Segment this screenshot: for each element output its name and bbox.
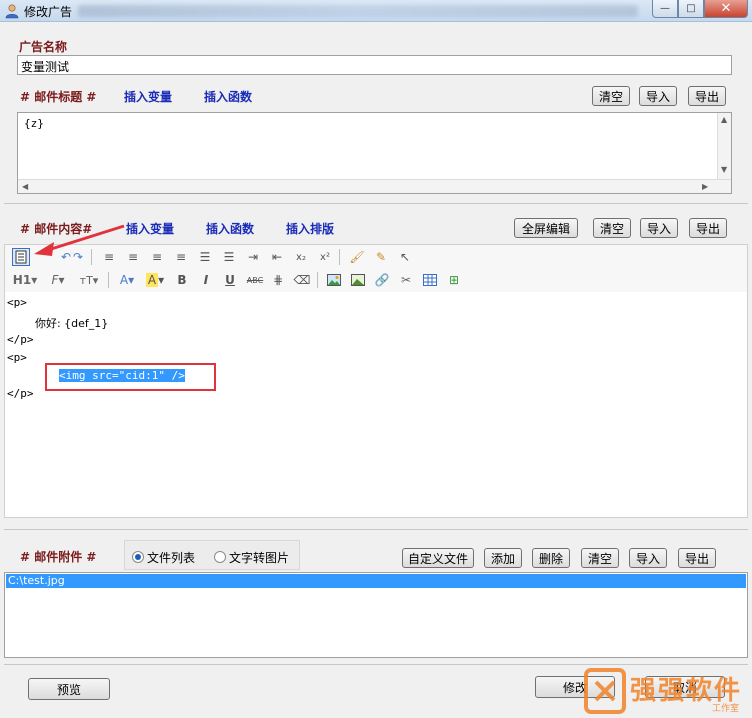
mail-subject-value: {z} <box>24 117 44 130</box>
content-insert-variable-link[interactable]: 插入变量 <box>126 220 174 237</box>
attachment-list[interactable]: C:\test.jpg <box>4 572 748 658</box>
radio-file-list[interactable] <box>132 551 144 563</box>
content-clear-button[interactable]: 清空 <box>593 218 631 238</box>
highlight-label: A <box>145 273 159 287</box>
maximize-button[interactable]: □ <box>678 0 704 18</box>
app-user-icon <box>5 4 19 19</box>
insert-picture-icon[interactable] <box>349 271 367 289</box>
mail-subject-textarea[interactable]: {z} ▲ ▼ ◀ ▶ <box>17 112 732 194</box>
toolbar-separator <box>317 272 318 288</box>
subject-clear-button[interactable]: 清空 <box>592 86 630 106</box>
attachment-export-button[interactable]: 导出 <box>678 548 716 568</box>
scroll-up-icon[interactable]: ▲ <box>721 115 727 124</box>
attachments-label: # 邮件附件 # <box>20 550 97 564</box>
toolbar-separator <box>339 249 340 265</box>
subject-import-button[interactable]: 导入 <box>639 86 677 106</box>
window-controls: — □ ✕ <box>652 0 748 20</box>
scroll-right-icon[interactable]: ▶ <box>702 182 708 191</box>
toolbar-separator <box>108 272 109 288</box>
horizontal-rule-icon[interactable]: ⋕ <box>269 271 287 289</box>
italic-button[interactable]: I <box>197 271 215 289</box>
scroll-down-icon[interactable]: ▼ <box>721 165 727 174</box>
minimize-icon: — <box>660 3 670 14</box>
watermark-subtext: 工作室 <box>712 704 740 714</box>
subject-insert-variable-link[interactable]: 插入变量 <box>124 88 172 105</box>
subject-insert-function-link[interactable]: 插入函数 <box>204 88 252 105</box>
code-line: </p> <box>7 387 34 400</box>
radio-file-list-label: 文件列表 <box>147 551 196 565</box>
indent-icon[interactable]: ⇥ <box>244 248 262 266</box>
close-icon: ✕ <box>720 1 732 16</box>
radio-text-to-image[interactable] <box>214 551 226 563</box>
font-color-label: A <box>119 273 129 287</box>
mail-content-editor[interactable]: <p> 你好: {def_1} </p> <p> <img src="cid:1… <box>4 292 748 518</box>
code-line: </p> <box>7 333 34 346</box>
subscript-icon[interactable]: x₂ <box>292 248 310 266</box>
mail-subject-label: # 邮件标题 # <box>20 90 97 104</box>
underline-button[interactable]: U <box>221 271 239 289</box>
ordered-list-icon[interactable]: ☰ <box>196 248 214 266</box>
section-divider <box>4 529 748 530</box>
subject-horizontal-scrollbar[interactable]: ◀ ▶ <box>18 179 731 193</box>
ad-name-value: 变量测试 <box>21 60 70 74</box>
format-painter-icon[interactable]: ✎ <box>372 248 390 266</box>
fullscreen-edit-button[interactable]: 全屏编辑 <box>514 218 578 238</box>
code-line: <p> <box>7 351 27 364</box>
link-icon[interactable]: 🔗 <box>373 271 391 289</box>
insert-table-icon[interactable] <box>421 271 439 289</box>
insert-image-icon[interactable] <box>325 271 343 289</box>
footer-divider <box>4 664 748 665</box>
code-line: 你好: {def_1} <box>7 317 109 330</box>
select-pointer-icon[interactable]: ↖ <box>396 248 414 266</box>
unlink-icon[interactable]: ✂ <box>397 271 415 289</box>
attachment-clear-button[interactable]: 清空 <box>581 548 619 568</box>
title-bar: 修改广告 — □ ✕ <box>0 0 752 22</box>
align-justify-icon[interactable]: ≡ <box>172 248 190 266</box>
strikethrough-button[interactable]: ABC <box>246 271 264 289</box>
content-import-button[interactable]: 导入 <box>640 218 678 238</box>
ad-name-label: 广告名称 <box>19 40 68 54</box>
font-color-dropdown[interactable]: A ▾ <box>116 271 138 289</box>
attachment-import-button[interactable]: 导入 <box>629 548 667 568</box>
outdent-icon[interactable]: ⇤ <box>268 248 286 266</box>
highlight-color-dropdown[interactable]: A ▾ <box>144 271 166 289</box>
ad-name-input[interactable]: 变量测试 <box>17 55 732 75</box>
subject-vertical-scrollbar[interactable]: ▲ ▼ <box>717 113 731 179</box>
radio-text-to-image-label: 文字转图片 <box>229 551 290 565</box>
font-family-dropdown[interactable]: F ▾ <box>47 271 69 289</box>
font-family-label: F <box>51 273 59 287</box>
content-insert-function-link[interactable]: 插入函数 <box>206 220 254 237</box>
window-title: 修改广告 <box>24 5 73 19</box>
content-export-button[interactable]: 导出 <box>689 218 727 238</box>
annotation-red-box <box>45 363 216 391</box>
watermark-logo <box>584 668 626 714</box>
clear-format-brush-icon[interactable]: 🖌 <box>348 248 366 266</box>
align-right-icon[interactable]: ≡ <box>148 248 166 266</box>
content-insert-layout-link[interactable]: 插入排版 <box>286 220 334 237</box>
subject-export-button[interactable]: 导出 <box>688 86 726 106</box>
bold-button[interactable]: B <box>173 271 191 289</box>
heading-label: H1 <box>12 273 32 287</box>
unordered-list-icon[interactable]: ☰ <box>220 248 238 266</box>
preview-button[interactable]: 预览 <box>28 678 110 700</box>
heading-dropdown[interactable]: H1 ▾ <box>12 271 38 289</box>
attachment-delete-button[interactable]: 删除 <box>532 548 570 568</box>
attachment-add-button[interactable]: 添加 <box>484 548 522 568</box>
maximize-icon: □ <box>686 3 696 14</box>
superscript-icon[interactable]: x² <box>316 248 334 266</box>
eraser-icon[interactable]: ⌫ <box>293 271 311 289</box>
font-size-label: тT <box>79 273 93 287</box>
attachment-mode-group: 文件列表 文字转图片 <box>124 540 300 570</box>
scroll-left-icon[interactable]: ◀ <box>22 182 28 191</box>
minimize-button[interactable]: — <box>652 0 678 18</box>
annotation-red-arrow <box>34 224 125 256</box>
section-divider <box>4 203 748 204</box>
attachment-list-item[interactable]: C:\test.jpg <box>6 574 746 588</box>
insert-row-icon[interactable]: ⊞ <box>445 271 463 289</box>
font-size-dropdown[interactable]: тT ▾ <box>76 271 102 289</box>
title-blurred-info <box>78 5 638 17</box>
custom-file-button[interactable]: 自定义文件 <box>402 548 474 568</box>
close-button[interactable]: ✕ <box>704 0 748 18</box>
code-line: <p> <box>7 296 27 309</box>
